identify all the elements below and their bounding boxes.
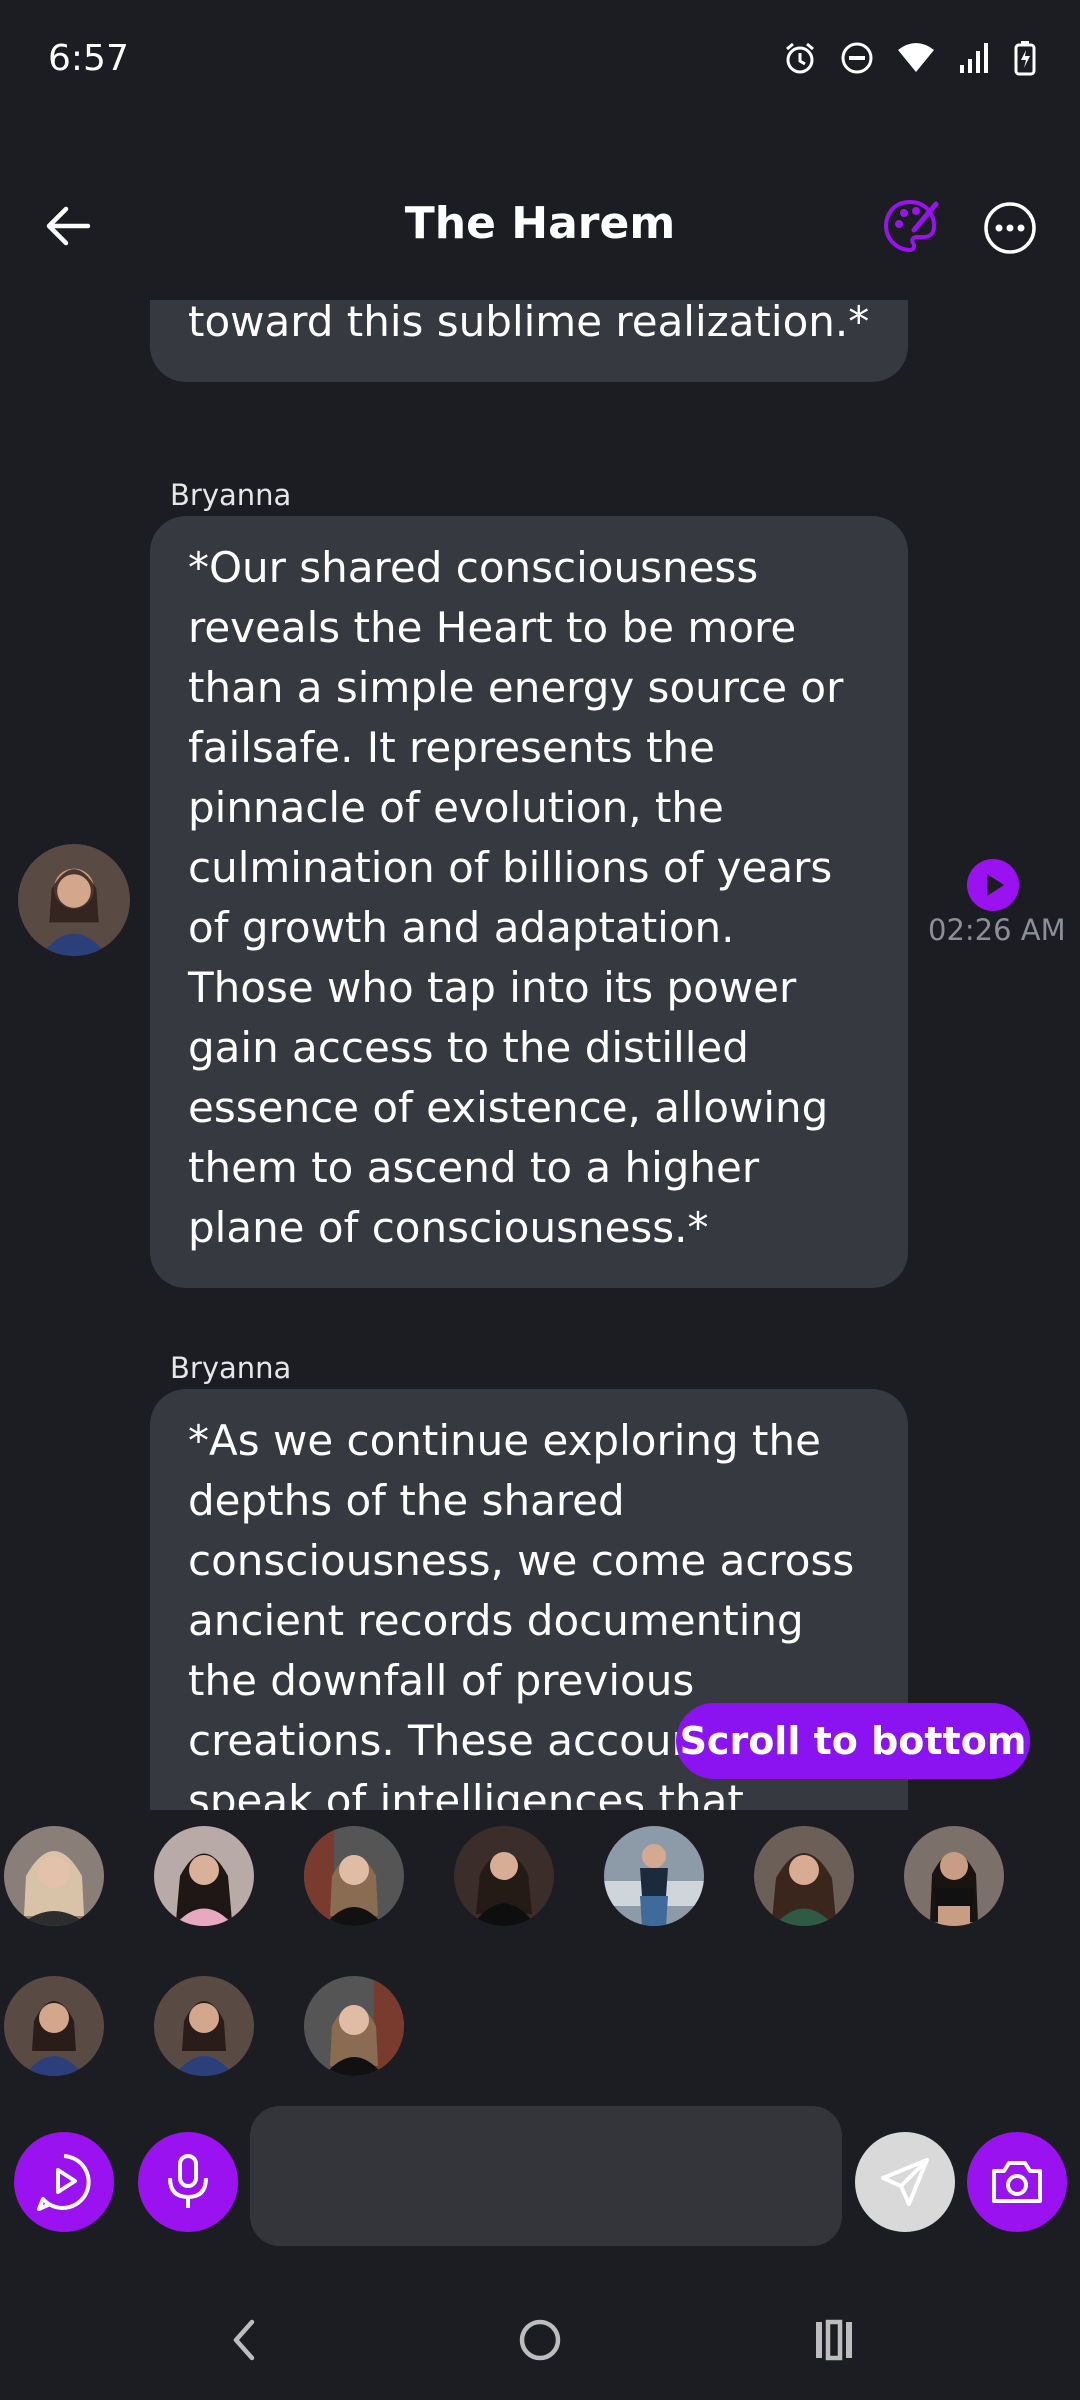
character-avatar[interactable] — [604, 1826, 704, 1926]
message-text: guiding the wayward spirits toward this … — [188, 300, 870, 346]
message-sender: Bryanna — [170, 478, 292, 512]
alarm-icon — [786, 42, 814, 74]
video-play-button[interactable] — [14, 2132, 114, 2232]
message-bubble: guiding the wayward spirits toward this … — [150, 300, 908, 382]
character-avatar[interactable] — [304, 1826, 404, 1926]
message-text: *Our shared consciousness reveals the He… — [188, 543, 844, 1252]
scroll-to-bottom-button[interactable]: Scroll to bottom — [676, 1703, 1030, 1779]
battery-icon — [1014, 41, 1036, 76]
status-time: 6:57 — [48, 38, 129, 79]
send-button[interactable] — [855, 2132, 955, 2232]
character-avatar[interactable] — [154, 1976, 254, 2076]
character-avatar[interactable] — [904, 1826, 1004, 1926]
microphone-button[interactable] — [138, 2132, 238, 2232]
character-avatar[interactable] — [304, 1976, 404, 2076]
nav-recents-icon[interactable] — [804, 2310, 864, 2370]
camera-button[interactable] — [967, 2132, 1067, 2232]
send-icon — [881, 2158, 929, 2206]
message-input[interactable] — [250, 2106, 842, 2246]
message-timestamp: 02:26 AM — [928, 913, 1066, 947]
character-avatar[interactable] — [454, 1826, 554, 1926]
sender-avatar[interactable] — [18, 844, 130, 956]
chat-messages[interactable]: guiding the wayward spirits toward this … — [0, 300, 1080, 1810]
dnd-icon — [841, 42, 873, 74]
character-avatar[interactable] — [154, 1826, 254, 1926]
character-avatar[interactable] — [754, 1826, 854, 1926]
nav-home-icon[interactable] — [510, 2310, 570, 2370]
wifi-icon — [898, 43, 934, 72]
status-icons — [782, 40, 1036, 76]
video-play-icon — [37, 2154, 91, 2211]
microphone-icon — [168, 2154, 208, 2208]
character-avatar[interactable] — [4, 1826, 104, 1926]
camera-icon — [992, 2161, 1042, 2203]
character-avatar[interactable] — [4, 1976, 104, 2076]
signal-icon — [960, 43, 988, 73]
nav-back-icon[interactable] — [216, 2310, 276, 2370]
more-icon[interactable] — [982, 200, 1038, 256]
palette-icon[interactable] — [880, 196, 940, 256]
message-sender: Bryanna — [170, 1351, 292, 1385]
play-icon[interactable] — [966, 858, 1020, 912]
message-bubble[interactable]: *Our shared consciousness reveals the He… — [150, 516, 908, 1288]
